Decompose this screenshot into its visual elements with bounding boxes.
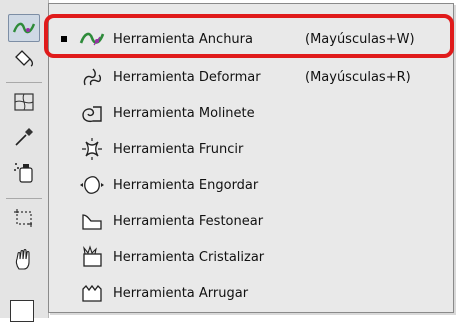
menu-item-warp-tool[interactable]: Herramienta Deformar (Mayúsculas+R) xyxy=(53,60,449,94)
menu-item-label: Herramienta Cristalizar xyxy=(113,249,265,265)
scallop-tool-icon xyxy=(79,209,105,233)
menu-item-bullet-slot xyxy=(57,72,71,82)
toolbar-divider xyxy=(6,198,42,199)
symbol-sprayer-icon xyxy=(14,163,33,183)
crystallize-tool-icon xyxy=(79,245,105,269)
menu-item-label: Herramienta Festonear xyxy=(113,213,264,229)
menu-item-label: Herramienta Arrugar xyxy=(113,285,249,301)
fill-color-swatch[interactable] xyxy=(10,300,34,322)
menu-item-twirl-tool[interactable]: Herramienta Molinete xyxy=(53,96,449,130)
live-paint-bucket-button[interactable] xyxy=(8,44,40,72)
menu-item-bullet-slot xyxy=(57,288,71,298)
menu-item-label: Herramienta Molinete xyxy=(113,105,255,121)
paint-bucket-icon xyxy=(15,50,34,67)
menu-item-bullet-slot xyxy=(57,180,71,190)
eyedropper-icon xyxy=(15,128,33,146)
menu-item-label: Herramienta Deformar xyxy=(113,69,261,85)
pucker-tool-icon xyxy=(79,137,105,161)
menu-item-bullet-slot xyxy=(57,252,71,262)
menu-item-bloat-tool[interactable]: Herramienta Engordar xyxy=(53,168,449,202)
menu-item-wrinkle-tool[interactable]: Herramienta Arrugar xyxy=(53,276,449,310)
menu-item-pucker-tool[interactable]: Herramienta Fruncir xyxy=(53,132,449,166)
width-tool-icon xyxy=(12,22,36,34)
artboard-tool-button[interactable] xyxy=(8,204,40,232)
artboard-icon xyxy=(14,209,32,227)
menu-item-label: Herramienta Engordar xyxy=(113,177,259,193)
tools-panel xyxy=(0,0,49,322)
hand-icon xyxy=(15,248,30,270)
symbol-sprayer-button[interactable] xyxy=(8,158,40,186)
menu-item-bullet-slot xyxy=(57,108,71,118)
twirl-tool-icon xyxy=(79,101,105,125)
menu-item-scallop-tool[interactable]: Herramienta Festonear xyxy=(53,204,449,238)
hand-tool-button[interactable] xyxy=(8,246,40,274)
warp-tool-icon xyxy=(79,65,105,89)
bloat-tool-icon xyxy=(79,173,105,197)
width-tool-button[interactable] xyxy=(8,14,40,42)
menu-item-label: Herramienta Fruncir xyxy=(113,141,244,157)
eyedropper-tool-button[interactable] xyxy=(8,122,40,150)
wrinkle-tool-icon xyxy=(79,281,105,305)
mesh-tool-button[interactable] xyxy=(8,88,40,116)
menu-item-crystallize-tool[interactable]: Herramienta Cristalizar xyxy=(53,240,449,274)
highlight-outline xyxy=(44,14,454,58)
mesh-icon xyxy=(14,93,34,111)
menu-item-shortcut: (Mayúsculas+R) xyxy=(305,69,411,85)
toolbar-divider xyxy=(6,82,42,83)
menu-item-bullet-slot xyxy=(57,216,71,226)
menu-item-bullet-slot xyxy=(57,144,71,154)
